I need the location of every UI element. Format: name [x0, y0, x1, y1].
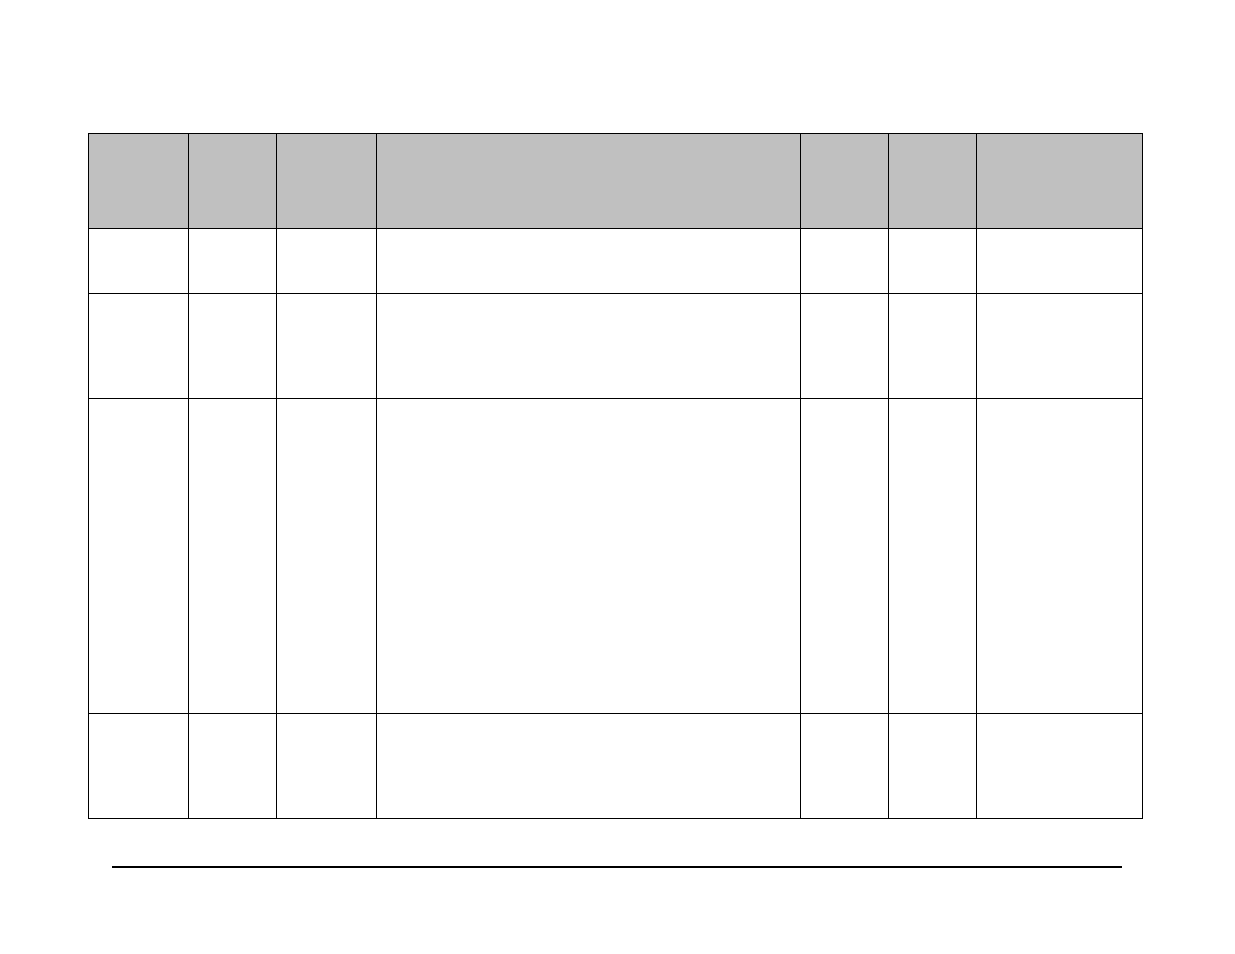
table-cell [977, 229, 1143, 294]
table-cell [277, 714, 377, 819]
table-cell [889, 294, 977, 399]
table-cell [889, 399, 977, 714]
table-cell [89, 229, 189, 294]
table-cell [977, 294, 1143, 399]
table-header-cell [277, 134, 377, 229]
table-cell [377, 399, 801, 714]
table-cell [377, 294, 801, 399]
table-header-cell [801, 134, 889, 229]
table-header-cell [89, 134, 189, 229]
table-cell [89, 714, 189, 819]
table-cell [377, 229, 801, 294]
table-row [89, 399, 1143, 714]
table-cell [189, 399, 277, 714]
footer-divider [112, 866, 1122, 868]
table-cell [377, 714, 801, 819]
table-cell [189, 229, 277, 294]
table-cell [277, 399, 377, 714]
table-cell [977, 714, 1143, 819]
table-cell [801, 229, 889, 294]
table-header-cell [977, 134, 1143, 229]
table-row [89, 229, 1143, 294]
table-cell [801, 714, 889, 819]
table-cell [277, 294, 377, 399]
table-row [89, 714, 1143, 819]
table-cell [801, 399, 889, 714]
table-cell [801, 294, 889, 399]
document-page [0, 0, 1235, 954]
table-header-cell [189, 134, 277, 229]
table-cell [89, 294, 189, 399]
table-cell [277, 229, 377, 294]
table-header-cell [377, 134, 801, 229]
table-cell [89, 399, 189, 714]
table-cell [189, 714, 277, 819]
table-cell [889, 714, 977, 819]
table-header-cell [889, 134, 977, 229]
table-cell [889, 229, 977, 294]
table-header-row [89, 134, 1143, 229]
table-cell [189, 294, 277, 399]
table-row [89, 294, 1143, 399]
data-table [88, 133, 1143, 819]
table-cell [977, 399, 1143, 714]
